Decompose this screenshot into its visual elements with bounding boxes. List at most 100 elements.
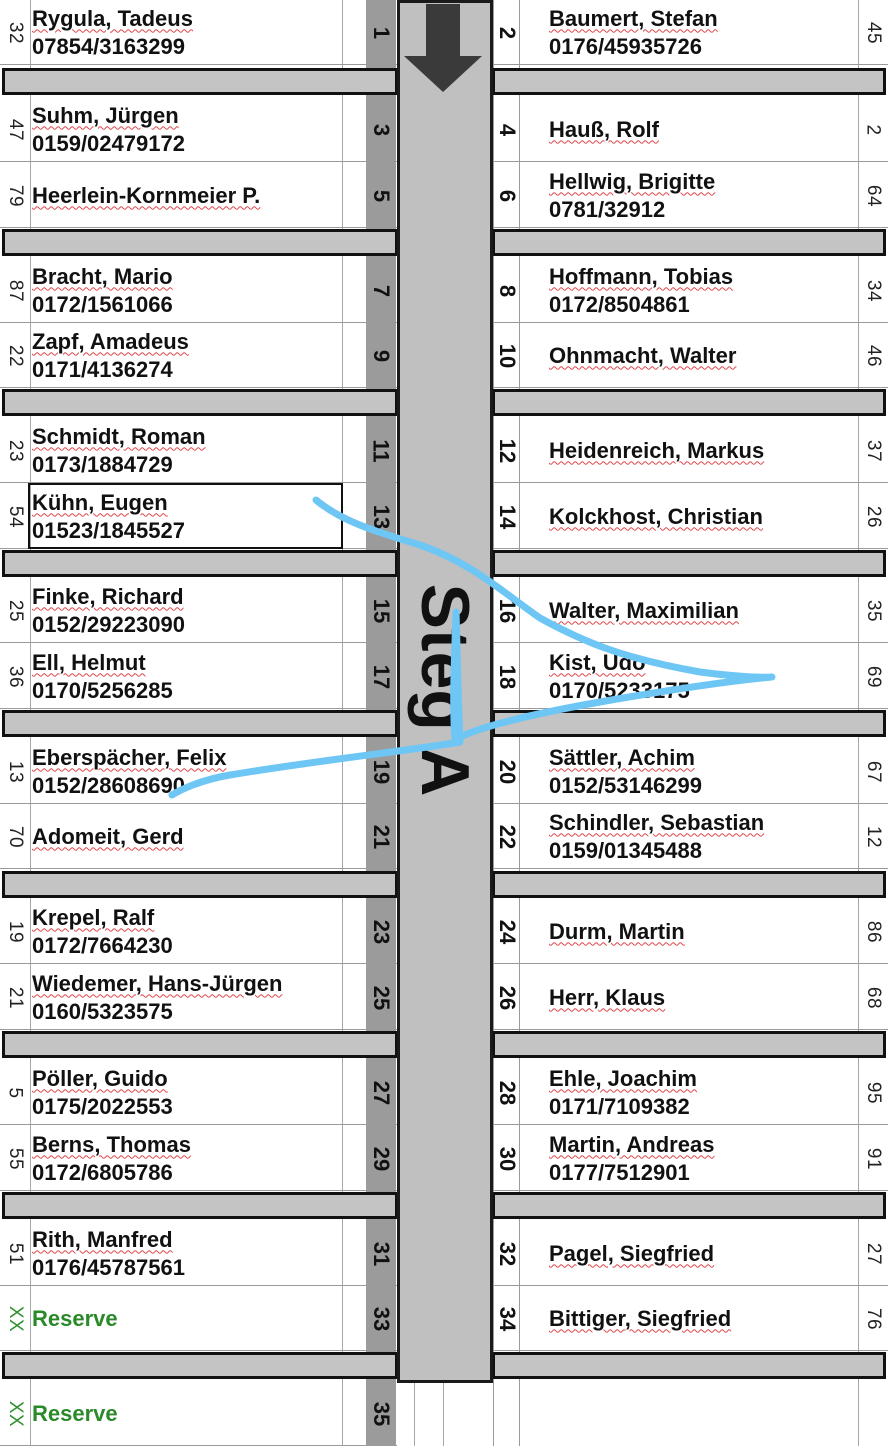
left-berth-row[interactable]: 19 Krepel, Ralf 0172/7664230 23 xyxy=(0,899,397,964)
member-name-cell: Reserve xyxy=(32,1286,118,1351)
member-id-cell: 22 xyxy=(0,323,30,388)
right-berth-row[interactable]: 67 Sättler, Achim 0152/53146299 20 xyxy=(493,739,888,804)
member-name-cell: Krepel, Ralf 0172/7664230 xyxy=(32,899,173,964)
member-name: Reserve xyxy=(32,1400,118,1426)
right-berth-row[interactable]: 68 Herr, Klaus 26 xyxy=(493,965,888,1030)
right-berth-row[interactable]: 95 Ehle, Joachim 0171/7109382 28 xyxy=(493,1060,888,1125)
member-name-cell: Hellwig, Brigitte 0781/32912 xyxy=(549,163,715,228)
right-berth-row[interactable]: 86 Durm, Martin 24 xyxy=(493,899,888,964)
member-name: Adomeit, Gerd xyxy=(32,823,184,849)
berth-number-cell: 2 xyxy=(493,0,521,65)
member-name-cell: Eberspächer, Felix 0152/28608690 xyxy=(32,739,226,804)
member-phone: 0171/7109382 xyxy=(549,1093,690,1119)
member-name: Pöller, Guido xyxy=(32,1065,168,1091)
member-id-cell: 69 xyxy=(858,644,888,709)
right-berth-row[interactable]: 2 Hauß, Rolf 4 xyxy=(493,97,888,162)
member-name: Herr, Klaus xyxy=(549,984,666,1010)
berth-number: 4 xyxy=(495,123,520,136)
left-berth-row[interactable]: 23 Schmidt, Roman 0173/1884729 11 xyxy=(0,418,397,483)
member-id: 86 xyxy=(862,920,884,943)
berth-number-cell: 14 xyxy=(493,484,521,549)
member-id: 87 xyxy=(4,279,26,302)
right-berth-row[interactable]: 45 Baumert, Stefan 0176/45935726 2 xyxy=(493,0,888,65)
right-berth-row[interactable]: 69 Kist, Udo 0170/5233175 18 xyxy=(493,644,888,709)
member-id: 70 xyxy=(4,825,26,848)
right-berth-row[interactable]: 37 Heidenreich, Markus 12 xyxy=(493,418,888,483)
member-id-cell: 37 xyxy=(858,418,888,483)
right-berth-row[interactable]: 46 Ohnmacht, Walter 10 xyxy=(493,323,888,388)
left-berth-row[interactable]: 21 Wiedemer, Hans-Jürgen 0160/5323575 25 xyxy=(0,965,397,1030)
left-berth-row[interactable]: 51 Rith, Manfred 0176/45787561 31 xyxy=(0,1221,397,1286)
member-name-cell: Durm, Martin xyxy=(549,899,685,964)
berth-number-cell: 25 xyxy=(367,965,395,1030)
member-name-cell: Heidenreich, Markus xyxy=(549,418,764,483)
member-name: Bracht, Mario xyxy=(32,263,173,289)
berth-number-cell: 28 xyxy=(493,1060,521,1125)
member-id-cell: 87 xyxy=(0,258,30,323)
member-name-cell: Bracht, Mario 0172/1561066 xyxy=(32,258,173,323)
member-name-cell: Ell, Helmut 0170/5256285 xyxy=(32,644,173,709)
separator-row-left xyxy=(2,229,398,256)
left-berth-row[interactable]: 47 Suhm, Jürgen 0159/02479172 3 xyxy=(0,97,397,162)
left-berth-row[interactable]: 70 Adomeit, Gerd 21 xyxy=(0,804,397,869)
member-name-cell: Reserve xyxy=(32,1381,118,1446)
member-id: 69 xyxy=(862,665,884,688)
right-berth-row[interactable]: 12 Schindler, Sebastian 0159/01345488 22 xyxy=(493,804,888,869)
left-berth-row[interactable]: XX Reserve 33 xyxy=(0,1286,397,1351)
left-berth-row[interactable]: 55 Berns, Thomas 0172/6805786 29 xyxy=(0,1126,397,1191)
right-berth-row[interactable]: 35 Walter, Maximilian 16 xyxy=(493,578,888,643)
member-name: Ehle, Joachim xyxy=(549,1065,697,1091)
berth-number: 3 xyxy=(369,123,394,136)
left-berth-row[interactable]: 5 Pöller, Guido 0175/2022553 27 xyxy=(0,1060,397,1125)
left-berth-row[interactable]: 36 Ell, Helmut 0170/5256285 17 xyxy=(0,644,397,709)
member-id: 76 xyxy=(862,1307,884,1330)
berth-number-cell: 10 xyxy=(493,323,521,388)
right-berth-row[interactable]: 64 Hellwig, Brigitte 0781/32912 6 xyxy=(493,163,888,228)
member-id: 34 xyxy=(862,279,884,302)
berth-number: 2 xyxy=(495,26,520,39)
member-name-cell: Hauß, Rolf xyxy=(549,97,659,162)
berth-number-cell: 26 xyxy=(493,965,521,1030)
left-berth-row[interactable]: 22 Zapf, Amadeus 0171/4136274 9 xyxy=(0,323,397,388)
member-id-cell: 34 xyxy=(858,258,888,323)
selected-cell[interactable] xyxy=(28,483,343,549)
left-berth-row[interactable]: 79 Heerlein-Kornmeier P. 5 xyxy=(0,163,397,228)
berth-number-cell: 20 xyxy=(493,739,521,804)
left-berth-row[interactable]: 87 Bracht, Mario 0172/1561066 7 xyxy=(0,258,397,323)
berth-number: 30 xyxy=(494,1146,520,1171)
member-id-cell: 5 xyxy=(0,1060,30,1125)
right-berth-row[interactable]: 27 Pagel, Siegfried 32 xyxy=(493,1221,888,1286)
member-name: Ell, Helmut xyxy=(32,649,146,675)
right-berth-row[interactable]: 91 Martin, Andreas 0177/7512901 30 xyxy=(493,1126,888,1191)
member-phone: 0176/45935726 xyxy=(549,33,702,59)
berth-number: 29 xyxy=(368,1146,394,1171)
right-berth-row[interactable]: 76 Bittiger, Siegfried 34 xyxy=(493,1286,888,1351)
member-name-cell: Schmidt, Roman 0173/1884729 xyxy=(32,418,206,483)
berth-number-cell: 24 xyxy=(493,899,521,964)
member-id: 22 xyxy=(4,344,26,367)
right-berth-row[interactable]: 34 Hoffmann, Tobias 0172/8504861 8 xyxy=(493,258,888,323)
member-name: Eberspächer, Felix xyxy=(32,744,227,770)
berth-number-cell: 12 xyxy=(493,418,521,483)
left-berth-row[interactable]: 25 Finke, Richard 0152/29223090 15 xyxy=(0,578,397,643)
left-berth-row[interactable]: XX Reserve 35 xyxy=(0,1381,397,1446)
member-id-cell: 54 xyxy=(0,484,30,549)
member-phone: 0172/8504861 xyxy=(549,291,690,317)
berth-number-cell: 8 xyxy=(493,258,521,323)
berth-number: 23 xyxy=(368,919,394,944)
member-id-cell: 13 xyxy=(0,739,30,804)
member-phone: 0781/32912 xyxy=(549,196,666,222)
member-name: Schindler, Sebastian xyxy=(549,809,765,835)
member-name-cell: Pagel, Siegfried xyxy=(549,1221,714,1286)
left-berth-row[interactable]: 13 Eberspächer, Felix 0152/28608690 19 xyxy=(0,739,397,804)
berth-number-cell: 35 xyxy=(367,1381,395,1446)
member-phone: 0175/2022553 xyxy=(32,1093,173,1119)
berth-number-cell: 21 xyxy=(367,804,395,869)
berth-number: 28 xyxy=(494,1080,520,1105)
member-id-cell: 21 xyxy=(0,965,30,1030)
left-berth-row[interactable]: 32 Rygula, Tadeus 07854/3163299 1 xyxy=(0,0,397,65)
member-phone: 0152/29223090 xyxy=(32,611,185,637)
right-berth-row[interactable]: 26 Kolckhost, Christian 14 xyxy=(493,484,888,549)
member-name-cell: Sättler, Achim 0152/53146299 xyxy=(549,739,702,804)
member-phone: 0173/1884729 xyxy=(32,451,173,477)
